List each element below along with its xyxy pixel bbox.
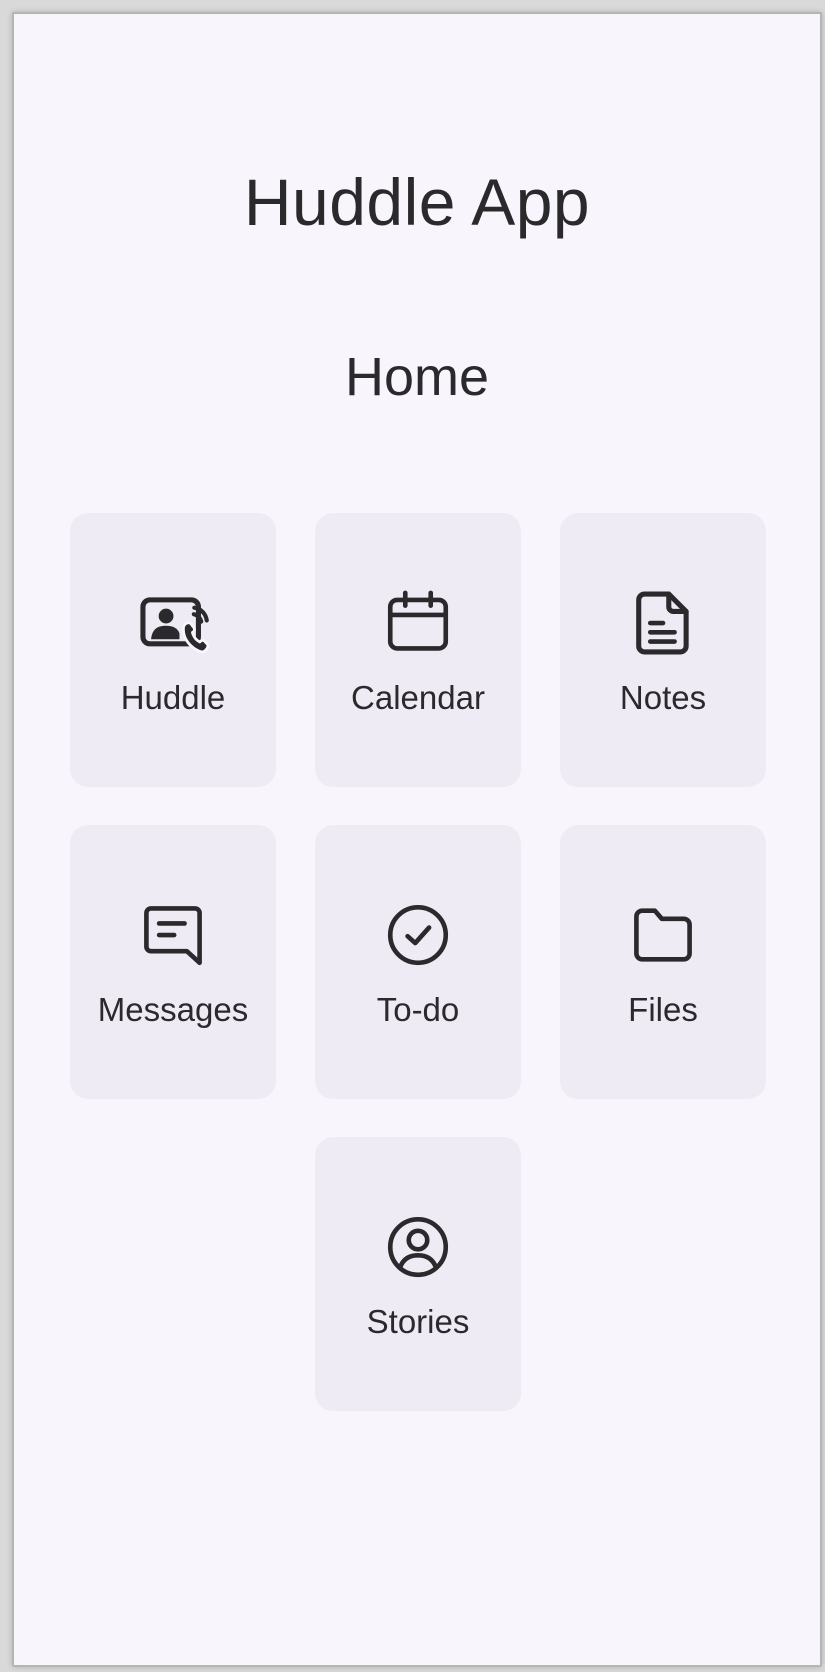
message-icon (70, 895, 276, 975)
video-call-icon (70, 583, 276, 663)
folder-icon (560, 895, 766, 975)
calendar-icon (315, 583, 521, 663)
tile-label: Notes (619, 679, 707, 716)
tile-label: Files (628, 991, 698, 1028)
tile-todo[interactable]: To-do (315, 825, 521, 1099)
check-circle-icon (315, 895, 521, 975)
tile-huddle[interactable]: Huddle (70, 513, 276, 787)
tile-notes[interactable]: Notes (560, 513, 766, 787)
app-window: Huddle App Home Huddle Calendar Notes Me… (12, 12, 822, 1667)
tile-label: Messages (97, 991, 249, 1028)
notes-icon (560, 583, 766, 663)
tile-label: Calendar (351, 679, 485, 716)
tile-label: To-do (376, 991, 460, 1028)
app-title: Huddle App (243, 165, 591, 239)
tile-calendar[interactable]: Calendar (315, 513, 521, 787)
page-title: Home (344, 347, 490, 407)
tile-label: Huddle (120, 679, 226, 716)
tile-messages[interactable]: Messages (70, 825, 276, 1099)
tile-label: Stories (366, 1303, 470, 1340)
user-circle-icon (315, 1207, 521, 1287)
tile-files[interactable]: Files (560, 825, 766, 1099)
tile-stories[interactable]: Stories (315, 1137, 521, 1411)
